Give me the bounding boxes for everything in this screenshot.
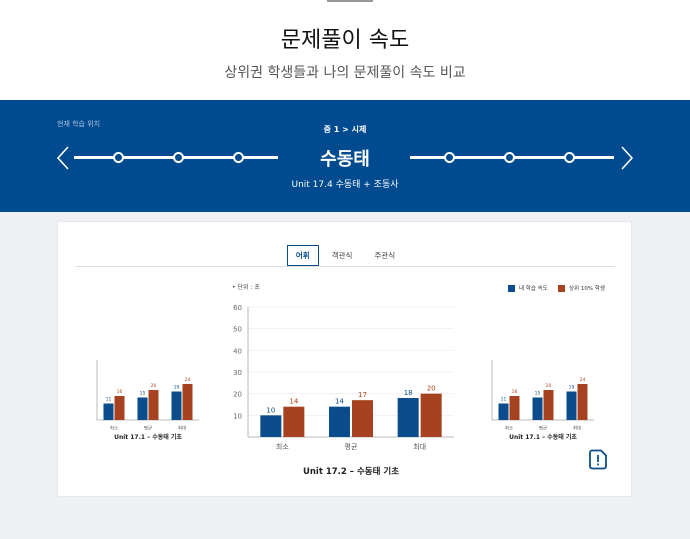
legend-swatch-mine [508, 284, 515, 292]
x-tick-label: 최소 [276, 442, 289, 451]
x-tick-label: 최소 [110, 425, 118, 432]
chart-left: 11 16 최소 15 20 평균 19 24 최대Unit 17.1 – 수동태 기초 [96, 360, 199, 441]
chart-bar [283, 406, 305, 437]
chart-bar [498, 403, 509, 420]
x-tick-label: 평균 [144, 425, 152, 432]
chart-bar [114, 396, 125, 420]
y-tick-label: 30 [233, 369, 242, 377]
chart-title: Unit 17.2 – 수동태 기초 [303, 466, 399, 477]
chart-bar [148, 390, 159, 420]
data-label: 24 [580, 377, 586, 383]
legend-label-mine: 내 학습 속도 [519, 286, 548, 292]
breadcrumb: 중 1 > 시제 [323, 125, 367, 134]
tab-bar: 어휘 객관식 주관식 [58, 245, 633, 266]
chart-bar [171, 391, 182, 420]
chart-bar [103, 403, 114, 420]
unit-banner: 현재 학습 위치 중 1 > 시제 수동태 Unit 17.4 수동태 + 조동… [0, 100, 690, 212]
data-label: 20 [427, 385, 436, 393]
progress-dot[interactable] [113, 152, 124, 163]
x-tick-label: 최소 [505, 425, 513, 432]
page-title: 문제풀이 속도 [280, 28, 410, 53]
chart-bar [182, 384, 193, 420]
chart-bar [509, 396, 520, 420]
data-label: 16 [117, 389, 123, 395]
progress-dot[interactable] [444, 152, 455, 163]
chevron-left-icon[interactable] [54, 145, 74, 171]
chart-bar [260, 415, 282, 437]
chart-bar [532, 397, 543, 420]
data-label: 14 [335, 398, 344, 406]
progress-dot[interactable] [233, 152, 244, 163]
data-label: 18 [404, 389, 413, 397]
page-subtitle: 상위권 학생들과 나의 문제풀이 속도 비교 [224, 65, 466, 81]
legend-top: 상위 10% 학생 [558, 284, 605, 292]
legend-swatch-top [558, 284, 565, 292]
chart-bar [420, 393, 442, 437]
y-tick-label: 40 [233, 347, 242, 355]
data-label: 20 [151, 383, 157, 389]
tab-multiple-choice[interactable]: 객관식 [323, 245, 362, 266]
data-label: 14 [289, 398, 298, 406]
chart-bar [397, 398, 419, 437]
content-area: 어휘 객관식 주관식 • 단위 : 초 내 학습 속도 상위 10% 학생 11… [0, 212, 690, 539]
tab-subjective[interactable]: 주관식 [365, 245, 404, 266]
x-tick-label: 최대 [573, 425, 581, 432]
x-tick-label: 최대 [413, 442, 426, 451]
top-divider [327, 0, 373, 2]
data-label: 19 [569, 385, 575, 391]
x-tick-label: 평균 [539, 425, 547, 432]
data-label: 17 [358, 391, 367, 399]
data-label: 24 [185, 377, 191, 383]
y-tick-label: 20 [233, 391, 242, 399]
data-label: 11 [501, 397, 507, 403]
data-label: 15 [535, 391, 541, 397]
x-tick-label: 평균 [345, 442, 358, 451]
chart-bar [577, 384, 588, 420]
data-label: 19 [174, 385, 180, 391]
data-label: 20 [546, 383, 552, 389]
chart-right: 11 16 최소 15 20 평균 19 24 최대Unit 17.1 – 수동태 기초 [491, 360, 594, 441]
y-tick-label: 50 [233, 326, 242, 334]
y-tick-label: 10 [233, 412, 242, 420]
alert-info-icon[interactable] [588, 449, 608, 470]
chart-bar [352, 400, 373, 437]
legend-label-top: 상위 10% 학생 [569, 286, 605, 292]
x-tick-label: 최대 [178, 425, 186, 432]
tab-divider [76, 266, 615, 267]
speed-card: 어휘 객관식 주관식 • 단위 : 초 내 학습 속도 상위 10% 학생 11… [57, 221, 632, 497]
chart-title: Unit 17.1 – 수동태 기초 [114, 433, 182, 441]
data-label: 11 [106, 397, 112, 403]
chart-bar [543, 390, 554, 420]
chart-bar [329, 406, 350, 437]
chevron-right-icon[interactable] [616, 145, 636, 171]
chart-bar [137, 397, 148, 420]
unit-subtitle: Unit 17.4 수동태 + 조동사 [291, 180, 399, 190]
data-label: 15 [140, 391, 146, 397]
tab-vocabulary[interactable]: 어휘 [286, 245, 319, 266]
chart-bar [566, 391, 577, 420]
legend-mine: 내 학습 속도 [508, 284, 548, 292]
chart-main: 10 20 30 40 50 60 10 14 최소 14 17 평균 18 20 최대 Unit 17.2 … [233, 304, 454, 477]
progress-dot[interactable] [173, 152, 184, 163]
y-tick-label: 60 [233, 304, 242, 312]
unit-note: • 단위 : 초 [232, 284, 260, 291]
chart-title: Unit 17.1 – 수동태 기초 [509, 433, 577, 441]
data-label: 16 [512, 389, 518, 395]
progress-dot[interactable] [564, 152, 575, 163]
data-label: 10 [266, 406, 275, 414]
progress-dot[interactable] [504, 152, 515, 163]
